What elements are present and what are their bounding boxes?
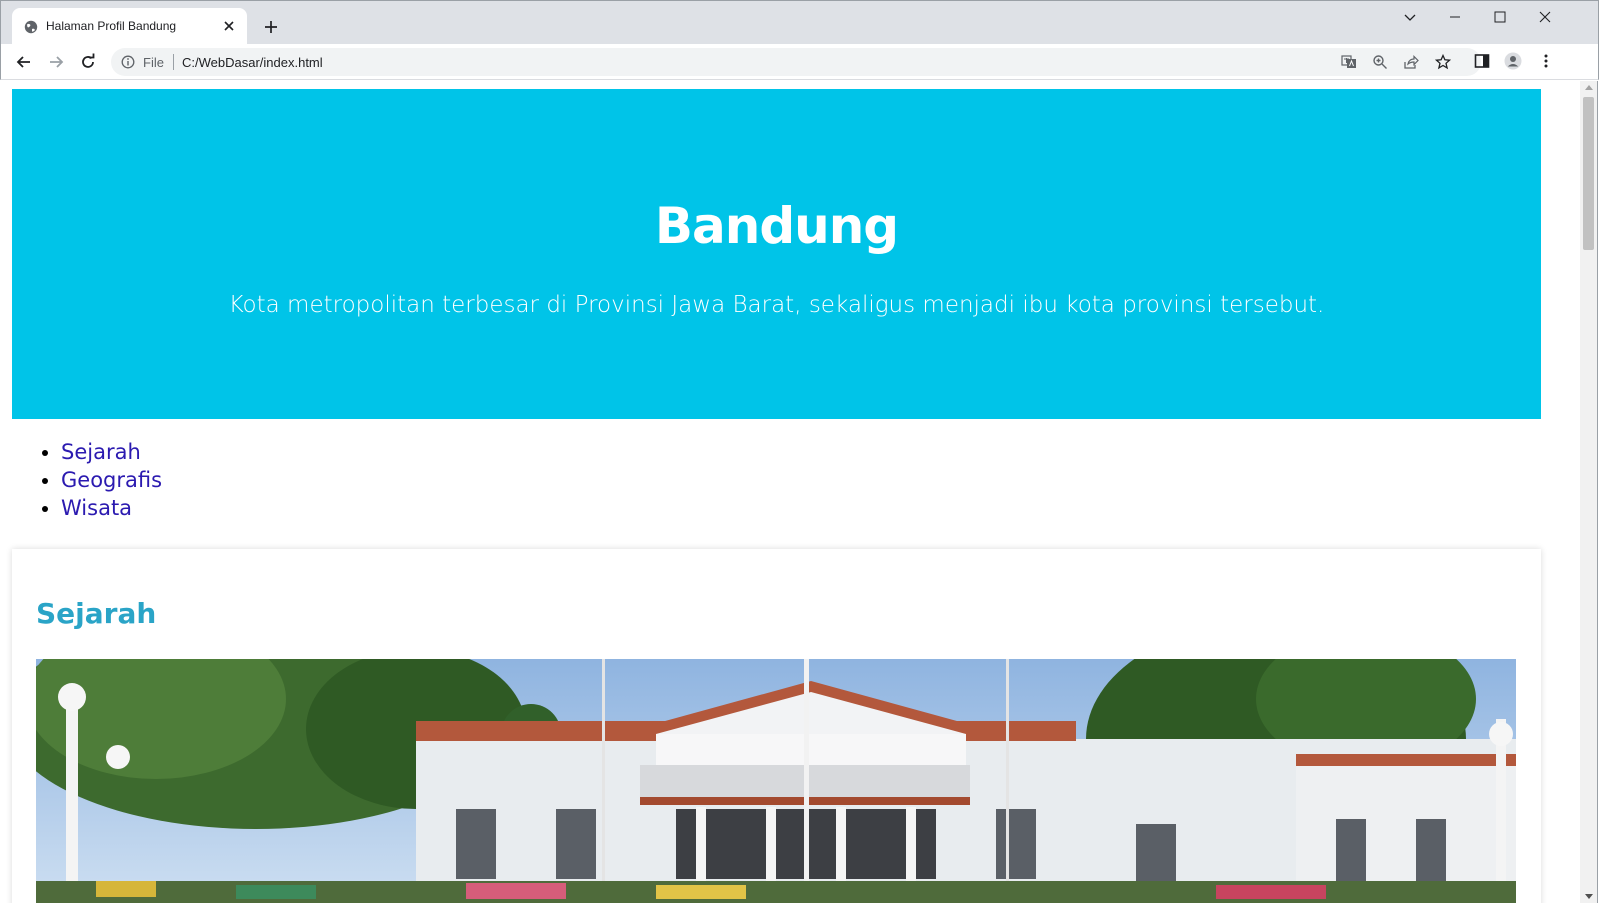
nav-link-wisata[interactable]: Wisata xyxy=(61,496,132,520)
scroll-down-arrow-icon[interactable] xyxy=(1585,894,1593,899)
page-viewport: Bandung Kota metropolitan terbesar di Pr… xyxy=(1,81,1580,903)
close-icon[interactable] xyxy=(221,18,237,34)
hero-title: Bandung xyxy=(654,197,899,255)
section-title: Sejarah xyxy=(36,597,157,630)
kebab-menu-icon[interactable] xyxy=(1537,52,1555,70)
nav-item: Sejarah xyxy=(61,438,162,466)
browser-tab[interactable]: Halaman Profil Bandung xyxy=(12,8,247,45)
reload-icon[interactable] xyxy=(78,52,98,72)
url-text[interactable]: C:/WebDasar/index.html xyxy=(182,55,323,70)
nav-item: Geografis xyxy=(61,466,162,494)
browser-toolbar: File C:/WebDasar/index.html xyxy=(0,44,1599,80)
nav-item: Wisata xyxy=(61,494,162,522)
nav-link-sejarah[interactable]: Sejarah xyxy=(61,440,141,464)
scroll-up-arrow-icon[interactable] xyxy=(1585,85,1593,90)
info-icon[interactable] xyxy=(121,55,135,69)
arrow-left-icon[interactable] xyxy=(14,52,34,72)
arrow-right-icon[interactable] xyxy=(46,52,66,72)
scroll-thumb[interactable] xyxy=(1583,97,1594,250)
side-panel-icon[interactable] xyxy=(1473,52,1491,70)
sejarah-card: Sejarah xyxy=(12,549,1541,903)
scheme-label: File xyxy=(143,55,164,70)
tab-title: Halaman Profil Bandung xyxy=(46,19,177,33)
address-bar[interactable]: File C:/WebDasar/index.html xyxy=(111,48,1481,76)
gedung-sate-photo xyxy=(36,659,1516,903)
avatar-icon[interactable] xyxy=(1504,52,1522,70)
vertical-scrollbar[interactable] xyxy=(1580,81,1598,903)
minimize-icon[interactable] xyxy=(1445,7,1465,27)
hero-subtitle: Kota metropolitan terbesar di Provinsi J… xyxy=(228,292,1325,318)
close-window-icon[interactable] xyxy=(1535,7,1555,27)
address-separator xyxy=(173,54,174,70)
plus-icon[interactable] xyxy=(262,18,280,36)
star-icon[interactable] xyxy=(1435,54,1451,70)
nav-link-geografis[interactable]: Geografis xyxy=(61,468,162,492)
hero-banner: Bandung Kota metropolitan terbesar di Pr… xyxy=(12,89,1541,419)
globe-icon xyxy=(24,20,38,34)
share-icon[interactable] xyxy=(1403,54,1419,70)
maximize-icon[interactable] xyxy=(1490,7,1510,27)
translate-icon[interactable] xyxy=(1341,54,1357,70)
section-nav: Sejarah Geografis Wisata xyxy=(61,438,162,522)
zoom-icon[interactable] xyxy=(1372,54,1388,70)
browser-tab-strip: Halaman Profil Bandung xyxy=(0,0,1599,45)
chevron-down-icon[interactable] xyxy=(1400,7,1420,27)
